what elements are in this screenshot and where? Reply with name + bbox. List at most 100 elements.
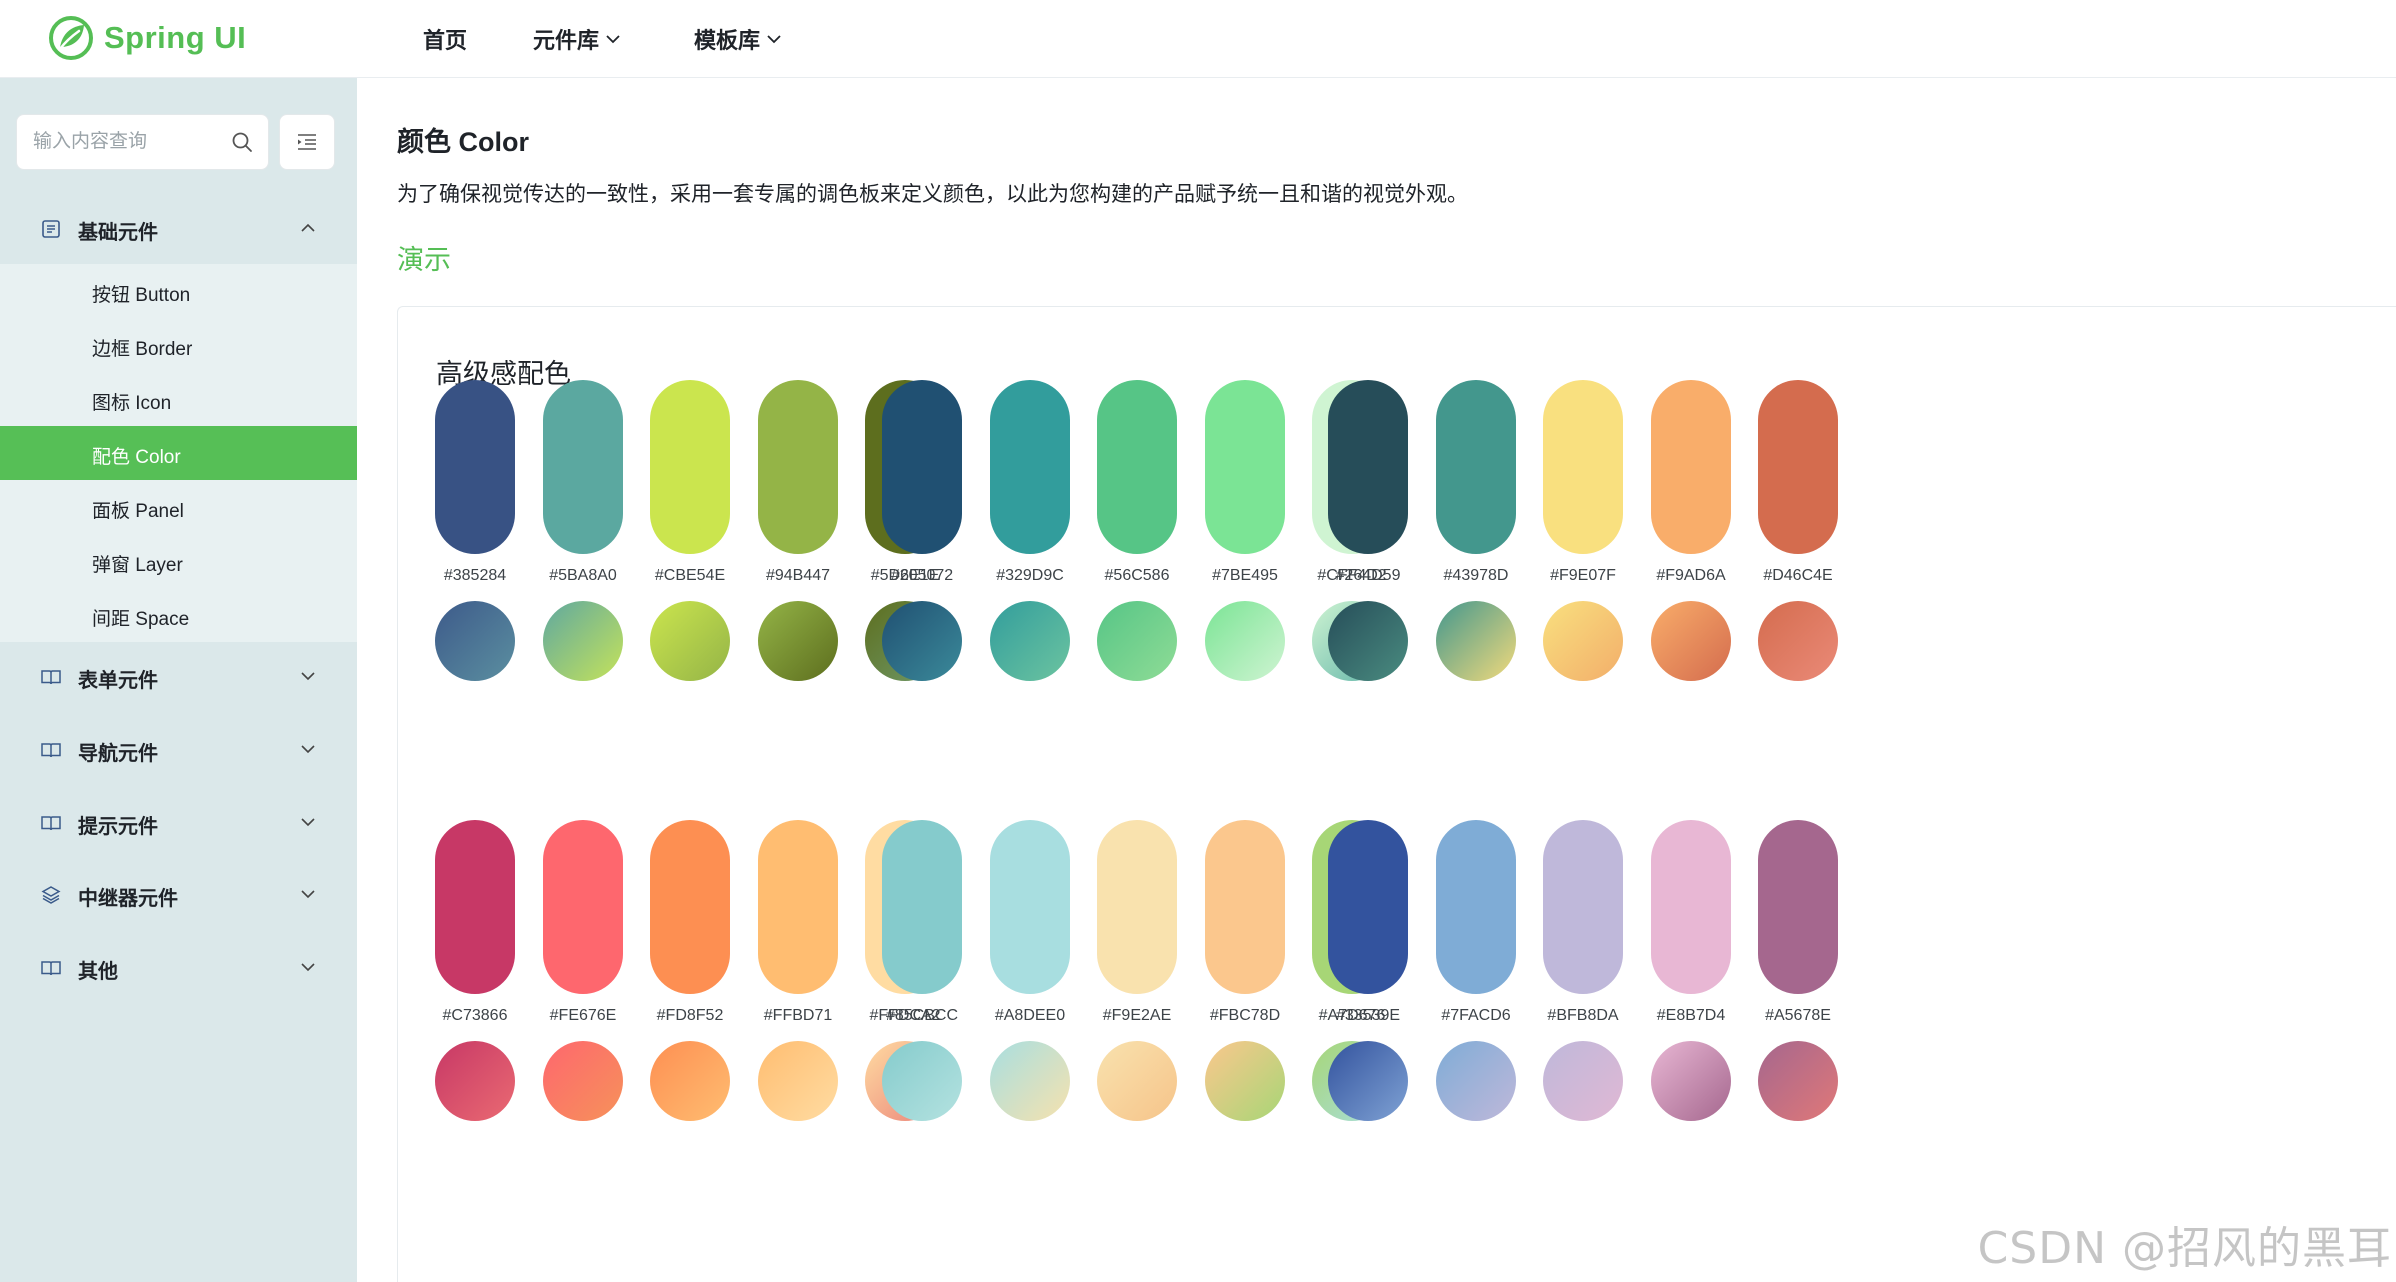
sidebar-group-form[interactable]: 表单元件 (0, 642, 357, 712)
color-swatch[interactable] (1097, 820, 1177, 994)
color-swatch[interactable] (1758, 380, 1838, 554)
sidebar-item-label: 图标 Icon (92, 393, 172, 414)
book-icon (41, 961, 61, 976)
nav-template-library[interactable]: 模板库 (694, 0, 782, 78)
gradient-swatch[interactable] (990, 1041, 1070, 1121)
gradient-swatch[interactable] (882, 1041, 962, 1121)
color-swatch[interactable] (1205, 380, 1285, 554)
color-swatch[interactable] (435, 820, 515, 994)
sidebar-item-label: 按钮 Button (92, 285, 191, 306)
logo-text: Spring UI (104, 20, 247, 55)
gradient-swatch[interactable] (1651, 601, 1731, 681)
sidebar-item-icon[interactable]: 图标 Icon (0, 372, 357, 426)
sidebar-item-color[interactable]: 配色 Color (0, 426, 357, 480)
gradient-swatch[interactable] (882, 601, 962, 681)
color-hex-label: #F9E2AE (1102, 1007, 1172, 1024)
color-swatch[interactable] (882, 380, 962, 554)
gradient-swatch[interactable] (1097, 601, 1177, 681)
color-swatch[interactable] (543, 380, 623, 554)
gradient-swatch[interactable] (1205, 1041, 1285, 1121)
chevron-down-icon (606, 35, 620, 44)
book-icon (41, 816, 61, 831)
sidebar-item-space[interactable]: 间距 Space (0, 588, 357, 642)
sidebar-item-layer[interactable]: 弹窗 Layer (0, 534, 357, 588)
sidebar-item-border[interactable]: 边框 Border (0, 318, 357, 372)
sidebar-group-label: 基础元件 (78, 222, 158, 244)
sidebar-group-other[interactable]: 其他 (0, 933, 357, 1003)
color-swatch[interactable] (1205, 820, 1285, 994)
gradient-swatch[interactable] (758, 1041, 838, 1121)
gradient-swatch[interactable] (435, 1041, 515, 1121)
gradient-swatch[interactable] (990, 601, 1070, 681)
color-hex-label: #CBE54E (654, 567, 726, 584)
color-swatch[interactable] (1328, 380, 1408, 554)
gradient-swatch[interactable] (1758, 601, 1838, 681)
color-hex-label: #E8B7D4 (1656, 1007, 1726, 1024)
gradient-swatch[interactable] (1543, 601, 1623, 681)
color-swatch[interactable] (1651, 820, 1731, 994)
nav-home[interactable]: 首页 (423, 0, 467, 78)
book-icon (41, 743, 61, 758)
color-swatch[interactable] (758, 820, 838, 994)
color-swatch[interactable] (543, 820, 623, 994)
color-swatch[interactable] (758, 380, 838, 554)
color-swatch[interactable] (1543, 820, 1623, 994)
search-icon[interactable] (230, 130, 254, 154)
color-swatch[interactable] (990, 380, 1070, 554)
gradient-swatch[interactable] (1543, 1041, 1623, 1121)
sidebar-group-repeater[interactable]: 中继器元件 (0, 860, 357, 930)
gradient-swatch[interactable] (758, 601, 838, 681)
gradient-swatch[interactable] (435, 601, 515, 681)
gradient-swatch[interactable] (1328, 1041, 1408, 1121)
sidebar-group-hint[interactable]: 提示元件 (0, 788, 357, 858)
search-box (16, 114, 269, 170)
color-swatch[interactable] (1436, 380, 1516, 554)
sidebar-group-label: 导航元件 (78, 743, 158, 765)
gradient-swatch[interactable] (543, 1041, 623, 1121)
color-swatch[interactable] (650, 820, 730, 994)
gradient-swatch[interactable] (1436, 1041, 1516, 1121)
color-swatch[interactable] (650, 380, 730, 554)
color-swatch[interactable] (1328, 820, 1408, 994)
chevron-up-icon (301, 223, 315, 232)
color-swatch[interactable] (990, 820, 1070, 994)
palette-group: #33539E #7FACD6 #BFB8DA #E8B7D4 #A5678E (1328, 820, 1868, 1130)
color-swatch[interactable] (435, 380, 515, 554)
indent-menu-icon (298, 134, 316, 150)
gradient-swatch[interactable] (1205, 601, 1285, 681)
color-swatch[interactable] (1436, 820, 1516, 994)
sidebar-group-navigation[interactable]: 导航元件 (0, 715, 357, 785)
demo-card: 高级感配色 #385284 #5BA8A0 #CBE54E #94B447 #5D6E1… (397, 306, 2396, 1282)
color-hex-label: #43978D (1443, 567, 1509, 584)
gradient-swatch[interactable] (1758, 1041, 1838, 1121)
sidebar-item-button[interactable]: 按钮 Button (0, 264, 357, 318)
gradient-swatch[interactable] (1097, 1041, 1177, 1121)
gradient-swatch[interactable] (1436, 601, 1516, 681)
gradient-swatch[interactable] (1651, 1041, 1731, 1121)
gradient-swatch[interactable] (650, 601, 730, 681)
sidebar-group-basic[interactable]: 基础元件 (0, 194, 357, 264)
chevron-down-icon (767, 35, 781, 44)
search-input[interactable] (17, 115, 217, 169)
logo[interactable]: Spring UI (48, 14, 246, 62)
gradient-swatch[interactable] (543, 601, 623, 681)
gradient-swatch[interactable] (650, 1041, 730, 1121)
color-swatch[interactable] (1651, 380, 1731, 554)
color-hex-label: #FE676E (549, 1007, 617, 1024)
nav-component-library[interactable]: 元件库 (533, 0, 621, 78)
page-description: 为了确保视觉传达的一致性，采用一套专属的调色板来定义颜色，以此为您构建的产品赋予… (397, 183, 1468, 206)
gradient-swatch[interactable] (1328, 601, 1408, 681)
color-hex-label: #94B447 (765, 567, 831, 584)
demo-heading: 演示 (397, 245, 451, 275)
color-swatch[interactable] (1097, 380, 1177, 554)
color-hex-label: #A5678E (1765, 1007, 1831, 1024)
sidebar-item-panel[interactable]: 面板 Panel (0, 480, 357, 534)
color-hex-label: #264D59 (1335, 567, 1401, 584)
color-swatch[interactable] (1543, 380, 1623, 554)
sidebar: 基础元件 按钮 Button 边框 Border 图标 Icon 配色 Colo… (0, 78, 357, 1282)
collapse-menu-button[interactable] (279, 114, 335, 170)
color-swatch[interactable] (1758, 820, 1838, 994)
color-swatch[interactable] (882, 820, 962, 994)
sidebar-item-label: 间距 Space (92, 609, 190, 630)
page-title: 颜色 Color (397, 127, 529, 157)
